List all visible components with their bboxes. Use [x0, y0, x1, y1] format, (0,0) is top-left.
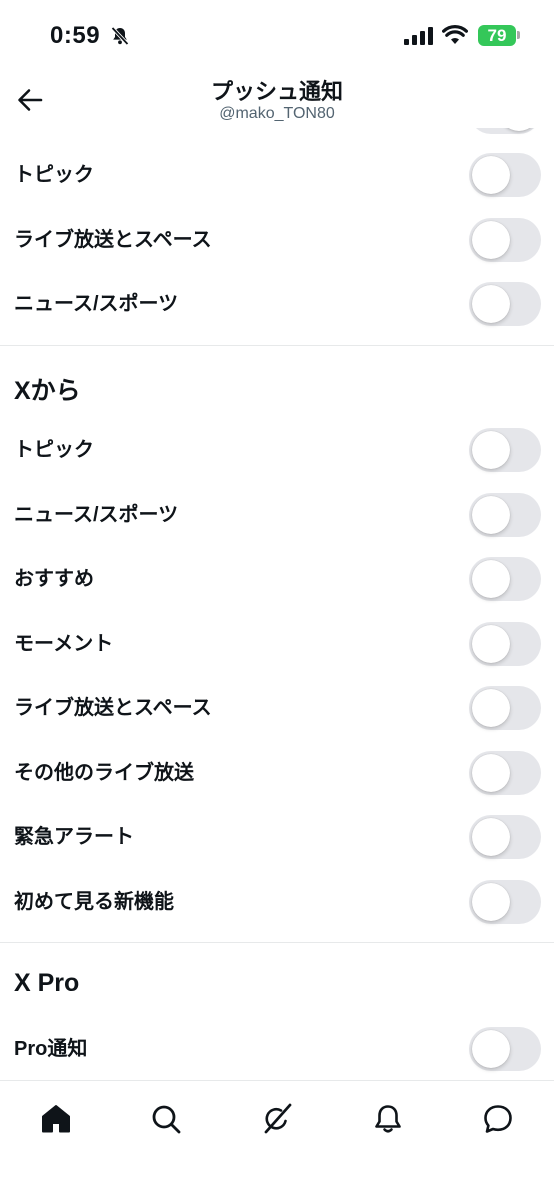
setting-label: トピック — [14, 439, 94, 461]
messages-icon — [484, 1105, 512, 1133]
bell-slash-icon — [111, 26, 129, 46]
toggle-switch[interactable] — [469, 428, 541, 472]
toggle-switch[interactable] — [469, 493, 541, 537]
back-button[interactable] — [12, 82, 48, 118]
home-icon — [42, 1105, 70, 1133]
tab-notifications[interactable] — [366, 1097, 410, 1141]
toggle-switch[interactable] — [469, 218, 541, 262]
setting-label: トピック — [14, 164, 94, 186]
setting-row-emergency-alerts: 緊急アラート — [0, 805, 554, 869]
setting-label: その他のライブ放送 — [14, 762, 194, 784]
setting-label: ニュース/スポーツ — [14, 293, 179, 315]
search-icon — [152, 1105, 181, 1134]
toggle-knob — [472, 625, 510, 663]
toggle-switch[interactable] — [469, 1027, 541, 1071]
setting-label: おすすめ — [14, 568, 94, 590]
toggle-knob — [472, 285, 510, 323]
setting-label: モーメント — [14, 633, 114, 655]
toggle-switch[interactable] — [469, 686, 541, 730]
section-divider — [0, 345, 554, 346]
toggle-switch[interactable] — [469, 557, 541, 601]
cellular-signal-icon — [404, 27, 433, 45]
setting-label: Pro通知 — [14, 1038, 88, 1060]
toggle-knob — [472, 496, 510, 534]
toggle-knob — [472, 431, 510, 469]
status-bar: 0:59 79 — [0, 0, 554, 72]
setting-row-moments: モーメント — [0, 612, 554, 676]
setting-row-recommended: おすすめ — [0, 547, 554, 611]
page-title: プッシュ通知 — [210, 79, 343, 104]
tab-home[interactable] — [34, 1097, 78, 1141]
toggle-knob — [472, 221, 510, 259]
setting-row-news-sports-x: ニュース/スポーツ — [0, 483, 554, 547]
setting-row-topic: トピック — [0, 143, 554, 207]
grok-icon — [264, 1103, 292, 1134]
toggle-knob — [472, 754, 510, 792]
account-handle: @mako_TON80 — [219, 105, 335, 122]
toggle-switch[interactable] — [469, 153, 541, 197]
wifi-icon — [442, 25, 468, 44]
setting-row-live-spaces-x: ライブ放送とスペース — [0, 676, 554, 740]
toggle-knob — [472, 1030, 510, 1068]
setting-row-news-sports: ニュース/スポーツ — [0, 272, 554, 336]
setting-label: 初めて見る新機能 — [14, 891, 174, 913]
toggle-knob — [472, 818, 510, 856]
header: プッシュ通知 @mako_TON80 — [0, 72, 554, 128]
toggle-switch[interactable] — [469, 880, 541, 924]
battery-level: 79 — [487, 26, 507, 45]
setting-label: ライブ放送とスペース — [14, 697, 212, 719]
setting-row-topic-x: トピック — [0, 418, 554, 482]
setting-label: ニュース/スポーツ — [14, 504, 179, 526]
toggle-knob — [472, 883, 510, 921]
battery-indicator: 79 — [478, 25, 516, 46]
tab-messages[interactable] — [476, 1097, 520, 1141]
toggle-knob — [472, 156, 510, 194]
toggle-knob — [472, 689, 510, 727]
toggle-knob — [472, 560, 510, 598]
setting-label: 緊急アラート — [14, 826, 134, 848]
tab-grok[interactable] — [255, 1097, 299, 1141]
toggle-switch[interactable] — [469, 751, 541, 795]
battery-tip — [517, 31, 520, 39]
back-arrow-icon — [18, 89, 43, 111]
setting-row-other-live: その他のライブ放送 — [0, 741, 554, 805]
section-title-from-x: Xから — [14, 377, 81, 405]
toggle-switch[interactable] — [469, 622, 541, 666]
tab-search[interactable] — [144, 1097, 188, 1141]
setting-row-new-features: 初めて見る新機能 — [0, 870, 554, 934]
bottom-tab-bar — [0, 1080, 554, 1200]
toggle-switch[interactable] — [469, 282, 541, 326]
section-title-x-pro: X Pro — [14, 969, 80, 997]
partial-toggle[interactable] — [469, 128, 541, 134]
setting-row-pro-notifications: Pro通知 — [0, 1017, 554, 1080]
toggle-switch[interactable] — [469, 815, 541, 859]
section-divider — [0, 942, 554, 943]
notifications-icon — [375, 1105, 401, 1133]
setting-label: ライブ放送とスペース — [14, 229, 212, 251]
settings-list[interactable]: トピック ライブ放送とスペース ニュース/スポーツ Xから トピック ニュース/… — [0, 128, 554, 1080]
status-time: 0:59 — [50, 22, 101, 49]
setting-row-live-spaces: ライブ放送とスペース — [0, 208, 554, 272]
